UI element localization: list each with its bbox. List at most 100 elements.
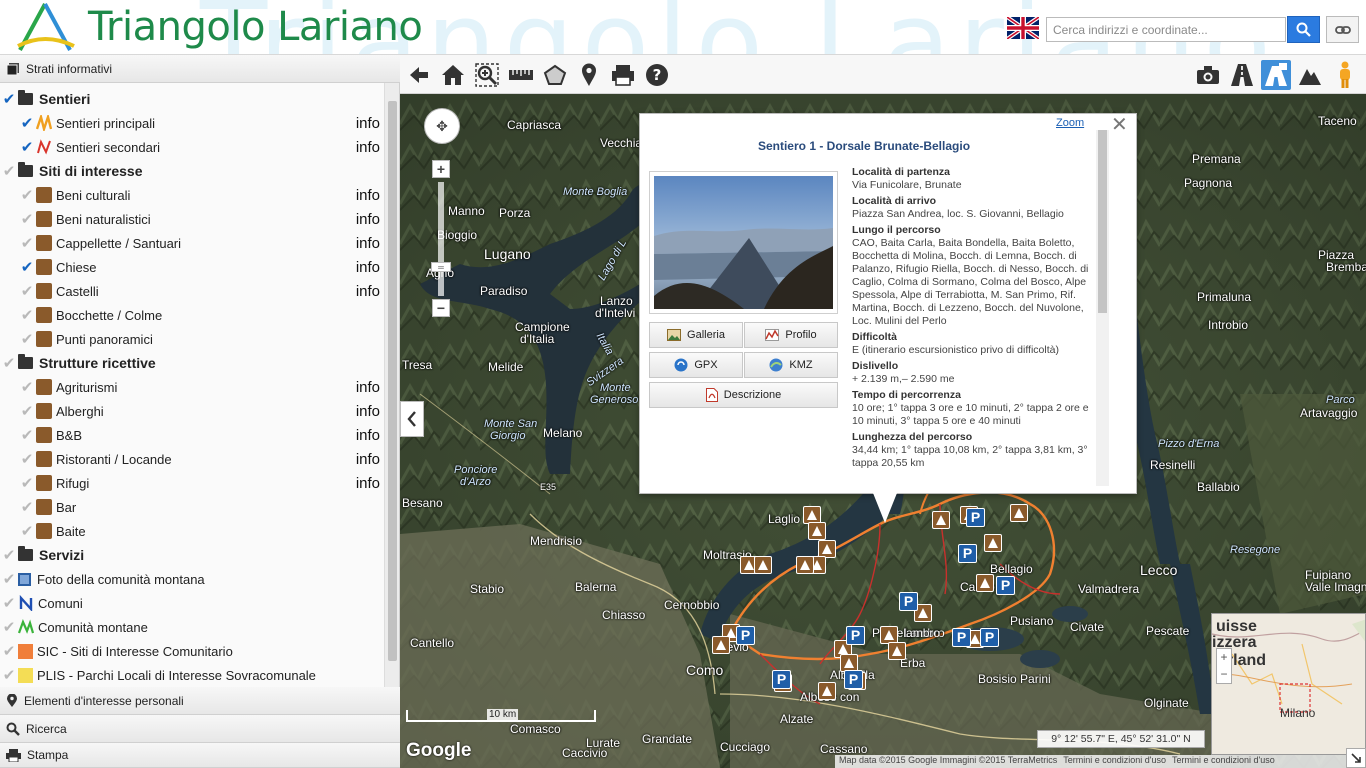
church-marker[interactable]	[888, 642, 906, 660]
check-icon[interactable]: ✔	[0, 666, 18, 684]
parking-marker[interactable]: P	[844, 670, 863, 689]
layer-group-sentieri[interactable]: ✔ Sentieri	[0, 87, 384, 111]
check-icon[interactable]: ✔	[18, 234, 36, 252]
check-icon[interactable]: ✔	[18, 378, 36, 396]
check-icon[interactable]: ✔	[18, 426, 36, 444]
satellite-map-button[interactable]	[1261, 60, 1291, 90]
layer-item-baite[interactable]: ✔ Baite	[0, 519, 384, 543]
layer-item-sentieri-principali[interactable]: ✔ Sentieri principali info	[0, 111, 384, 135]
road-map-button[interactable]	[1227, 60, 1257, 90]
parking-marker[interactable]: P	[952, 628, 971, 647]
info-link[interactable]: info	[356, 187, 380, 204]
church-marker[interactable]	[984, 534, 1002, 552]
layer-item-bnb[interactable]: ✔ B&B info	[0, 423, 384, 447]
check-icon[interactable]: ✔	[0, 642, 18, 660]
description-button[interactable]: Descrizione	[649, 382, 838, 408]
info-link[interactable]: info	[356, 259, 380, 276]
check-icon[interactable]: ✔	[18, 330, 36, 348]
layer-item-comuni[interactable]: ✔ Comuni	[0, 591, 384, 615]
layer-item-sic[interactable]: ✔ SIC - Siti di Interesse Comunitario	[0, 639, 384, 663]
layer-item-plis[interactable]: ✔ PLIS - Parchi Locali di Interesse Sovr…	[0, 663, 384, 687]
check-icon[interactable]: ✔	[18, 522, 36, 540]
gpx-download-button[interactable]: GPX	[649, 352, 743, 378]
layer-item-foto-comunita[interactable]: ✔ Foto della comunità montana	[0, 567, 384, 591]
photos-layer-button[interactable]	[1193, 60, 1223, 90]
church-marker[interactable]	[796, 556, 814, 574]
marker-button[interactable]	[574, 60, 604, 90]
check-icon[interactable]: ✔	[0, 546, 18, 564]
check-icon[interactable]: ✔	[18, 282, 36, 300]
info-link[interactable]: info	[356, 283, 380, 300]
check-icon[interactable]: ✔	[18, 186, 36, 204]
home-button[interactable]	[438, 60, 468, 90]
zoom-slider-handle[interactable]: ═	[431, 262, 451, 272]
english-flag-icon[interactable]	[1007, 17, 1039, 39]
check-icon[interactable]: ✔	[18, 210, 36, 228]
scrollbar-thumb[interactable]	[388, 101, 397, 661]
layer-item-punti-panoramici[interactable]: ✔ Punti panoramici	[0, 327, 384, 351]
info-link[interactable]: info	[356, 475, 380, 492]
terms-link[interactable]: Termini e condizioni d'uso	[1063, 755, 1166, 768]
back-button[interactable]	[404, 60, 434, 90]
parking-marker[interactable]: P	[966, 508, 985, 527]
popup-scrollbar[interactable]	[1096, 130, 1109, 486]
share-link-button[interactable]	[1326, 16, 1359, 43]
check-icon[interactable]: ✔	[0, 570, 18, 588]
church-marker[interactable]	[818, 682, 836, 700]
layer-item-alberghi[interactable]: ✔ Alberghi info	[0, 399, 384, 423]
layer-item-bar[interactable]: ✔ Bar	[0, 495, 384, 519]
street-view-button[interactable]	[1330, 60, 1360, 90]
check-icon[interactable]: ✔	[18, 402, 36, 420]
layer-item-castelli[interactable]: ✔ Castelli info	[0, 279, 384, 303]
check-icon[interactable]: ✔	[18, 474, 36, 492]
layer-item-beni-culturali[interactable]: ✔ Beni culturali info	[0, 183, 384, 207]
layer-item-agriturismi[interactable]: ✔ Agriturismi info	[0, 375, 384, 399]
church-marker[interactable]	[754, 556, 772, 574]
info-link[interactable]: info	[356, 451, 380, 468]
parking-marker[interactable]: P	[846, 626, 865, 645]
church-marker[interactable]	[712, 636, 730, 654]
parking-marker[interactable]: P	[958, 544, 977, 563]
terrain-map-button[interactable]	[1295, 60, 1325, 90]
check-icon[interactable]: ✔	[18, 138, 36, 156]
layer-group-servizi[interactable]: ✔ Servizi	[0, 543, 384, 567]
zoom-in-button[interactable]: +	[432, 160, 450, 178]
overview-zoom-buttons[interactable]: + −	[1216, 648, 1232, 684]
check-icon[interactable]: ✔	[0, 90, 18, 108]
info-link[interactable]: info	[356, 211, 380, 228]
check-icon[interactable]: ✔	[0, 618, 18, 636]
layers-scrollbar[interactable]	[384, 83, 399, 687]
check-icon[interactable]: ✔	[18, 114, 36, 132]
check-icon[interactable]: ✔	[18, 258, 36, 276]
check-icon[interactable]: ✔	[0, 594, 18, 612]
help-button[interactable]: ?	[642, 60, 672, 90]
print-button[interactable]	[608, 60, 638, 90]
church-marker[interactable]	[808, 522, 826, 540]
info-link[interactable]: info	[356, 403, 380, 420]
check-icon[interactable]: ✔	[18, 306, 36, 324]
personal-items-panel-header[interactable]: Elementi d'interesse personali	[0, 687, 400, 715]
overview-map[interactable]: uisse izzera erland Milano + −	[1211, 613, 1366, 755]
church-marker[interactable]	[932, 511, 950, 529]
check-icon[interactable]: ✔	[0, 162, 18, 180]
overview-toggle-button[interactable]	[1346, 748, 1366, 768]
gallery-button[interactable]: Galleria	[649, 322, 743, 348]
parking-marker[interactable]: P	[996, 576, 1015, 595]
print-panel-header[interactable]: Stampa	[0, 743, 400, 768]
check-icon[interactable]: ✔	[18, 450, 36, 468]
zoom-slider-track[interactable]	[438, 182, 444, 296]
info-link[interactable]: info	[356, 115, 380, 132]
layer-item-cappellette[interactable]: ✔ Cappellette / Santuari info	[0, 231, 384, 255]
parking-marker[interactable]: P	[899, 592, 918, 611]
layer-item-sentieri-secondari[interactable]: ✔ Sentieri secondari info	[0, 135, 384, 159]
kmz-download-button[interactable]: KMZ	[744, 352, 838, 378]
polygon-button[interactable]	[540, 60, 570, 90]
layer-group-strutture[interactable]: ✔ Strutture ricettive	[0, 351, 384, 375]
layer-group-siti-interesse[interactable]: ✔ Siti di interesse	[0, 159, 384, 183]
info-link[interactable]: info	[356, 427, 380, 444]
search-button[interactable]	[1287, 16, 1320, 43]
pan-control[interactable]: ✥	[424, 108, 460, 144]
layer-item-comunita-montane[interactable]: ✔ Comunità montane	[0, 615, 384, 639]
scrollbar-thumb[interactable]	[1098, 130, 1107, 313]
layer-item-bocchette[interactable]: ✔ Bocchette / Colme	[0, 303, 384, 327]
